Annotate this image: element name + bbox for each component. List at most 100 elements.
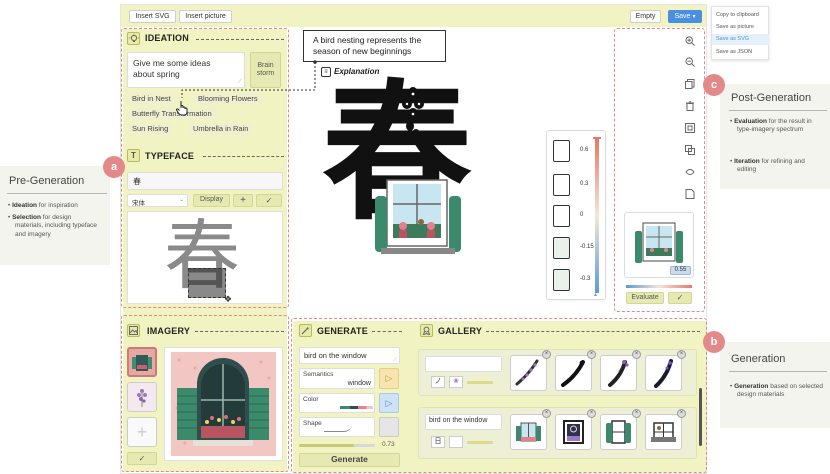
remove-gallery-item-1-4[interactable]: ×: [677, 350, 686, 359]
gallery-divider: [486, 331, 700, 332]
empty-button[interactable]: Empty: [630, 10, 661, 23]
typeface-divider: [203, 156, 284, 157]
pre-bullet-1-bold: Ideation: [12, 202, 38, 209]
idea-chip-sun-rising[interactable]: Sun Rising: [127, 123, 174, 135]
chevron-down-icon: ⌄: [178, 197, 184, 203]
gallery-scrollbar[interactable]: [699, 388, 702, 446]
color-palette-bar: [340, 406, 373, 409]
imagery-thumb-lavender[interactable]: [127, 382, 157, 412]
save-menu: Copy to clipboard Save as picture Save a…: [711, 6, 769, 60]
display-button[interactable]: Display: [193, 194, 230, 207]
generate-title: GENERATE: [317, 326, 368, 336]
remove-gallery-item-1-2[interactable]: ×: [587, 350, 596, 359]
export-svg-icon[interactable]: [683, 187, 697, 201]
color-field[interactable]: Color: [299, 393, 375, 413]
gallery-item-1-2[interactable]: [555, 355, 592, 391]
save-label: Save: [674, 13, 691, 20]
spectrum-glyph-2[interactable]: [553, 174, 570, 196]
confirm-typeface-button[interactable]: ✓: [256, 194, 282, 207]
gallery-item-2-4[interactable]: [645, 414, 682, 450]
remove-gallery-item-1-3[interactable]: ×: [632, 350, 641, 359]
semantics-value: window: [347, 380, 371, 387]
confirm-imagery-button[interactable]: ✓: [127, 452, 157, 465]
confirm-eval-button[interactable]: ✓: [668, 292, 692, 304]
gallery-row2-prompt[interactable]: bird on the window: [425, 414, 502, 430]
spectrum-glyph-1[interactable]: [553, 140, 570, 162]
menu-save-json[interactable]: Save as JSON: [712, 47, 769, 58]
generate-button[interactable]: Generate: [299, 453, 400, 467]
typeface-char-input[interactable]: 春: [127, 172, 283, 190]
color-play-button[interactable]: ▷: [379, 393, 399, 413]
gallery-icon: [420, 324, 433, 337]
idea-chip-butterfly[interactable]: Butterfly Transformation: [127, 108, 217, 120]
spectrum-glyph-4[interactable]: [553, 237, 570, 259]
gallery-row1-prompt[interactable]: [425, 356, 502, 372]
badge-b: b: [703, 331, 725, 353]
remove-gallery-item-2-1[interactable]: ×: [542, 409, 551, 418]
post-bullet-1: • Evaluation for the result in type-imag…: [730, 118, 812, 134]
select-image-icon[interactable]: [683, 121, 697, 135]
selected-stroke-highlight: [188, 268, 226, 298]
pre-generation-title: Pre-Generation: [9, 175, 85, 187]
insert-picture-button[interactable]: Insert picture: [179, 10, 232, 23]
remove-gallery-item-2-4[interactable]: ×: [677, 409, 686, 418]
explanation-text: A bird nesting represents the season of …: [313, 35, 422, 56]
remove-gallery-item-2-3[interactable]: ×: [632, 409, 641, 418]
menu-save-picture[interactable]: Save as picture: [712, 22, 769, 33]
shape-stroke-preview: [324, 424, 352, 432]
generate-divider: [372, 331, 402, 332]
layer-icon[interactable]: [683, 143, 697, 157]
trash-icon[interactable]: [683, 99, 697, 113]
insert-svg-button[interactable]: Insert SVG: [129, 10, 176, 23]
shape-slider-value: 0.73: [382, 441, 395, 448]
gallery-row2-slider: [467, 441, 493, 444]
semantics-play-button[interactable]: ▷: [379, 368, 399, 389]
spectrum-glyph-5[interactable]: [553, 269, 570, 291]
idea-chip-bird-in-nest[interactable]: Bird in Nest: [127, 93, 176, 105]
remove-gallery-item-2-2[interactable]: ×: [587, 409, 596, 418]
eval-gradient-bar: [626, 285, 692, 288]
spectrum-value-1: 0.6: [580, 147, 589, 153]
shape-preview-button[interactable]: [379, 417, 399, 437]
idea-chip-umbrella[interactable]: Umbrella in Rain: [188, 123, 254, 135]
spectrum-bottom-marker: ▲: [593, 292, 598, 298]
gallery-item-1-4[interactable]: [645, 355, 682, 391]
explanation-bubble: A bird nesting represents the season of …: [303, 30, 446, 62]
gallery-title: GALLERY: [438, 326, 483, 336]
gallery-item-1-3[interactable]: [600, 355, 637, 391]
post-generation-rule: [729, 110, 827, 111]
post-bullet-2-bold: Iteration: [734, 158, 760, 165]
imagery-thumb-window[interactable]: [127, 347, 157, 377]
remove-gallery-item-1-1[interactable]: ×: [542, 350, 551, 359]
post-bullet-1-bold: Evaluation: [734, 118, 767, 125]
shape-edit-icon[interactable]: [683, 165, 697, 179]
spectrum-glyph-3[interactable]: [553, 205, 570, 227]
save-button[interactable]: Save ▾: [668, 10, 702, 23]
shape-slider-fill: [299, 444, 355, 447]
gen-bullet-1: • Generation based on selected design ma…: [730, 383, 823, 399]
spectrum-value-5: -0.3: [580, 276, 591, 282]
gallery-item-1-1[interactable]: [510, 355, 547, 391]
zoom-out-icon[interactable]: [683, 55, 697, 69]
typeface-title: TYPEFACE: [145, 151, 195, 161]
font-select[interactable]: 宋体 ⌄: [127, 194, 188, 207]
menu-save-svg[interactable]: Save as SVG: [712, 34, 769, 45]
pre-bullet-1: • Ideation for inspiration: [8, 202, 78, 209]
add-imagery-button[interactable]: +: [127, 417, 157, 447]
gallery-item-2-3[interactable]: [600, 414, 637, 450]
pre-bullet-2-bold: Selection: [12, 214, 41, 221]
shape-field[interactable]: Shape: [299, 417, 375, 437]
shape-slider-track[interactable]: [299, 444, 375, 447]
add-typeface-button[interactable]: +: [233, 194, 253, 207]
generate-prompt-input[interactable]: bird on the window ⟋: [299, 347, 400, 364]
move-handle-icon[interactable]: ❖: [224, 294, 232, 303]
badge-a: a: [103, 156, 125, 178]
semantics-label: Semantics: [303, 371, 334, 378]
semantics-field[interactable]: Semantics window: [299, 368, 375, 389]
gallery-item-2-1[interactable]: [510, 414, 547, 450]
evaluate-button[interactable]: Evaluate: [626, 292, 664, 304]
gallery-item-2-2[interactable]: [555, 414, 592, 450]
copy-icon[interactable]: [683, 77, 697, 91]
menu-copy-clipboard[interactable]: Copy to clipboard: [712, 10, 769, 21]
zoom-in-icon[interactable]: [683, 34, 697, 48]
